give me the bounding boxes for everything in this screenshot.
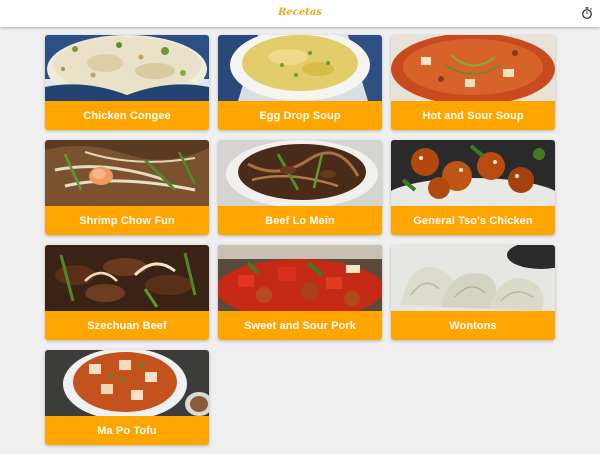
sweet-and-sour-pork-photo — [218, 245, 382, 311]
recipe-label-bar: Szechuan Beef — [45, 311, 209, 340]
recipe-label-bar: Sweet and Sour Pork — [218, 311, 382, 340]
recipe-card-hot-and-sour-soup[interactable]: Hot and Sour Soup — [391, 35, 555, 130]
recipe-card-beef-lo-mein[interactable]: Beef Lo Mein — [218, 140, 382, 235]
recipe-grid: Chicken Congee Egg Drop Soup Hot and Sou… — [45, 35, 555, 445]
recipe-name: Hot and Sour Soup — [422, 109, 524, 122]
recipe-card-egg-drop-soup[interactable]: Egg Drop Soup — [218, 35, 382, 130]
recipe-label-bar: Shrimp Chow Fun — [45, 206, 209, 235]
app-title: Recetas — [278, 7, 322, 18]
recipe-card-szechuan-beef[interactable]: Szechuan Beef — [45, 245, 209, 340]
recipe-label-bar: Beef Lo Mein — [218, 206, 382, 235]
recipe-name: Szechuan Beef — [87, 319, 167, 332]
beef-lo-mein-photo — [218, 140, 382, 206]
recipe-card-wontons[interactable]: Wontons — [391, 245, 555, 340]
recipe-card-chicken-congee[interactable]: Chicken Congee — [45, 35, 209, 130]
recipe-name: Beef Lo Mein — [265, 214, 335, 227]
recipe-name: Egg Drop Soup — [259, 109, 341, 122]
recipe-card-shrimp-chow-fun[interactable]: Shrimp Chow Fun — [45, 140, 209, 235]
recipe-label-bar: General Tso's Chicken — [391, 206, 555, 235]
recipe-label-bar: Wontons — [391, 311, 555, 340]
shrimp-chow-fun-photo — [45, 140, 209, 206]
recipe-label-bar: Egg Drop Soup — [218, 101, 382, 130]
recipe-card-sweet-and-sour-pork[interactable]: Sweet and Sour Pork — [218, 245, 382, 340]
recipe-name: General Tso's Chicken — [413, 214, 533, 227]
wontons-photo — [391, 245, 555, 311]
recipe-name: Wontons — [449, 319, 497, 332]
general-tsos-chicken-photo — [391, 140, 555, 206]
ma-po-tofu-photo — [45, 350, 209, 416]
recipe-card-ma-po-tofu[interactable]: Ma Po Tofu — [45, 350, 209, 445]
recipe-name: Sweet and Sour Pork — [244, 319, 356, 332]
recipe-label-bar: Hot and Sour Soup — [391, 101, 555, 130]
timer-icon[interactable] — [581, 7, 593, 19]
egg-drop-soup-photo — [218, 35, 382, 101]
recipe-name: Shrimp Chow Fun — [79, 214, 175, 227]
recipe-name: Ma Po Tofu — [97, 424, 157, 437]
recipe-label-bar: Ma Po Tofu — [45, 416, 209, 445]
congee-photo — [45, 35, 209, 101]
recipe-card-general-tsos-chicken[interactable]: General Tso's Chicken — [391, 140, 555, 235]
app-header: Recetas — [0, 0, 600, 27]
recipe-name: Chicken Congee — [83, 109, 171, 122]
hot-and-sour-soup-photo — [391, 35, 555, 101]
szechuan-beef-photo — [45, 245, 209, 311]
recipe-label-bar: Chicken Congee — [45, 101, 209, 130]
